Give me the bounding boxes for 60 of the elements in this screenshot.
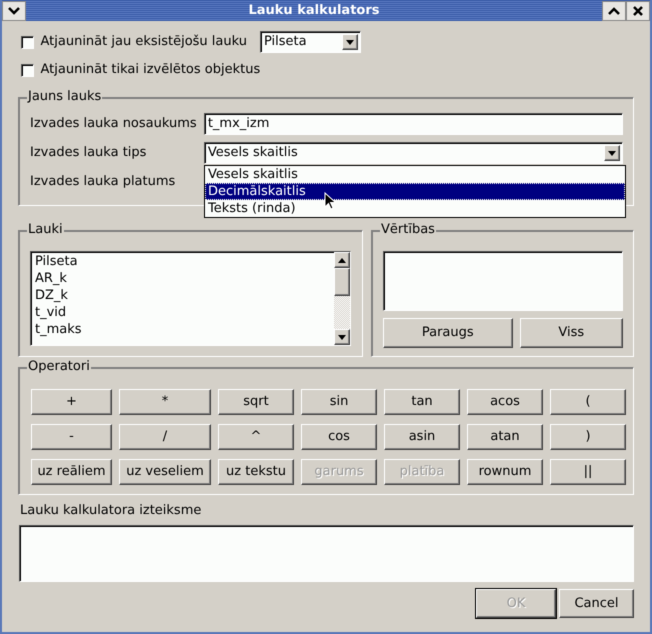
operator-button[interactable]: cos xyxy=(301,424,377,450)
checkbox[interactable] xyxy=(21,64,34,76)
mouse-pointer-icon xyxy=(324,192,336,210)
field-label: Izvades lauka tips xyxy=(30,144,148,162)
dropdown-arrow-icon xyxy=(608,150,616,156)
button[interactable]: Viss xyxy=(520,318,623,348)
field-label: Izvades lauka platums xyxy=(30,173,176,192)
operator-button[interactable]: uz reāliem xyxy=(31,459,112,485)
operator-button[interactable]: rownum xyxy=(467,459,543,485)
expression-label: Lauku kalkulatora izteiksme xyxy=(19,502,202,520)
operator-button[interactable]: / xyxy=(119,424,211,450)
list-item[interactable]: AR_k xyxy=(35,270,330,287)
operator-button[interactable]: ^ xyxy=(218,424,294,450)
close-icon xyxy=(633,6,643,16)
operator-button[interactable]: - xyxy=(31,424,112,450)
button[interactable]: Paraugs xyxy=(383,318,513,348)
operator-button[interactable]: sqrt xyxy=(218,389,294,415)
scroll-up-button[interactable] xyxy=(334,252,350,268)
list-item[interactable]: DZ_k xyxy=(35,287,330,304)
list-item[interactable]: t_vid xyxy=(35,304,330,321)
operator-button[interactable]: asin xyxy=(384,424,460,450)
dropdown-option[interactable]: Teksts (rinda) xyxy=(205,200,625,217)
scroll-down-button[interactable] xyxy=(334,329,350,345)
chevron-up-icon xyxy=(608,6,620,14)
input-field[interactable]: t_mx_izm xyxy=(204,113,623,135)
checkbox-label[interactable]: Atjaunināt jau eksistējošu lauku xyxy=(40,32,247,52)
chevron-down-icon xyxy=(8,6,20,14)
operator-button[interactable]: tan xyxy=(384,389,460,415)
checkbox[interactable] xyxy=(21,36,34,48)
dialog-button[interactable]: Cancel xyxy=(559,589,634,618)
operator-button[interactable]: atan xyxy=(467,424,543,450)
operator-button[interactable]: ( xyxy=(550,389,626,415)
field-label: Izvades lauka nosaukums xyxy=(30,115,198,134)
operator-button[interactable]: * xyxy=(119,389,211,415)
operator-button[interactable]: sin xyxy=(301,389,377,415)
dropdown[interactable]: Pilseta xyxy=(260,31,361,53)
scroll-thumb[interactable] xyxy=(334,268,350,296)
up-arrow-icon xyxy=(338,258,346,262)
window-title: Lauku kalkulators xyxy=(248,2,380,18)
operator-button[interactable]: ) xyxy=(550,424,626,450)
close-button[interactable] xyxy=(626,0,650,20)
group-title: Operatori xyxy=(27,359,91,375)
operator-button[interactable]: uz veseliem xyxy=(119,459,211,485)
down-arrow-icon xyxy=(338,334,346,340)
group-title: Jauns lauks xyxy=(27,89,102,105)
list-item[interactable]: Pilseta xyxy=(35,253,330,270)
operator-button[interactable]: || xyxy=(550,459,626,485)
menu-button[interactable] xyxy=(2,0,26,20)
operator-button[interactable]: + xyxy=(31,389,112,415)
dropdown-arrow-icon xyxy=(346,40,354,44)
dropdown-option[interactable]: Vesels skaitlis xyxy=(205,166,625,183)
dropdown[interactable]: Vesels skaitlis xyxy=(204,142,623,164)
operator-button[interactable]: acos xyxy=(467,389,543,415)
scrollbar[interactable] xyxy=(334,252,350,345)
maximize-button[interactable] xyxy=(602,0,626,20)
checkbox-label[interactable]: Atjaunināt tikai izvēlētos objektus xyxy=(40,60,260,80)
operator-button[interactable]: uz tekstu xyxy=(218,459,294,485)
expression-field[interactable] xyxy=(19,525,634,582)
dropdown-option[interactable]: Decimālskaitlis xyxy=(205,183,625,200)
list-item[interactable]: t_maks xyxy=(35,321,330,338)
